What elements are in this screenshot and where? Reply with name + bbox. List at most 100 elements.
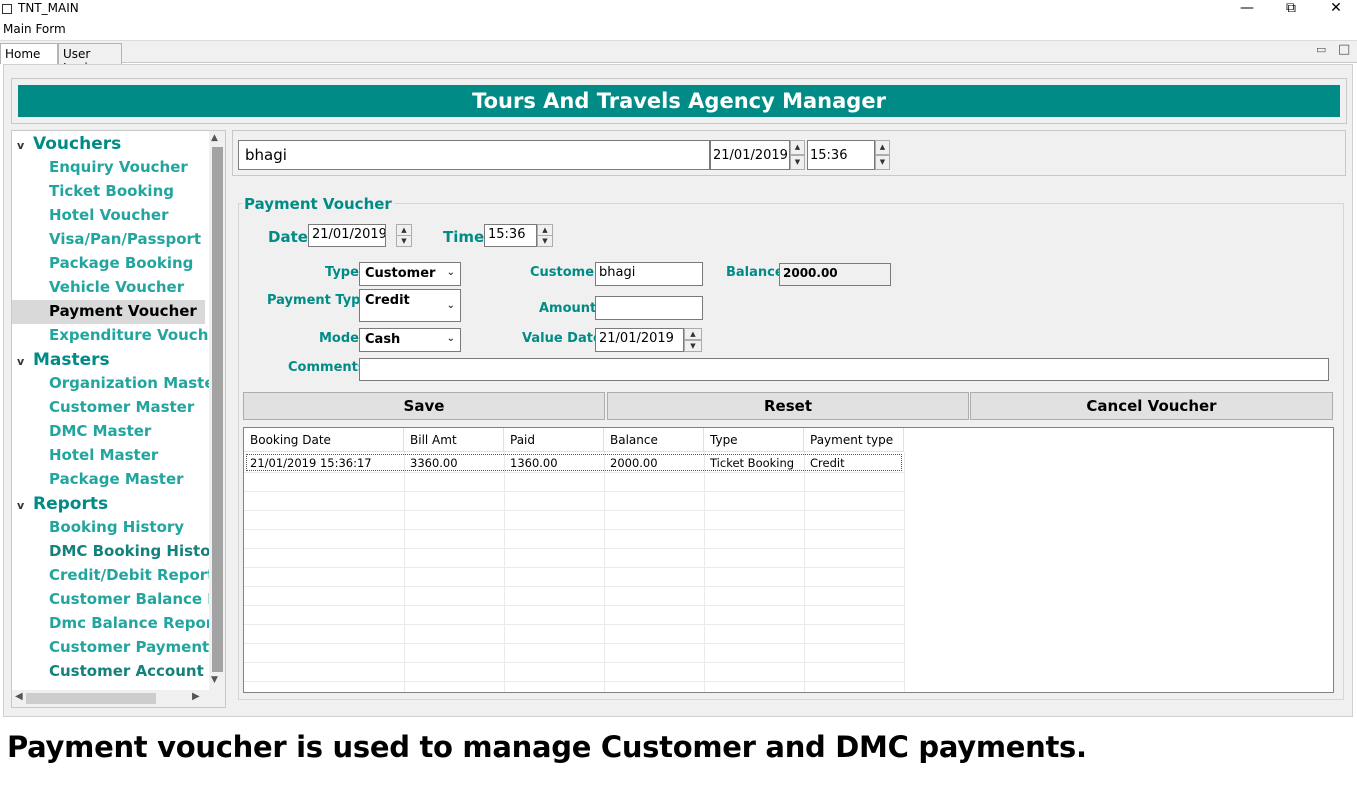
nav-section-label: Reports [33,494,109,514]
column-header[interactable]: Payment type [804,428,904,452]
spin-down-icon[interactable]: ▼ [396,235,412,247]
grid-divider [244,472,904,473]
menu-main-form[interactable]: Main Form [3,22,66,36]
cancel-voucher-button[interactable]: Cancel Voucher [970,392,1333,420]
nav-item-hotel-master[interactable]: Hotel Master [49,446,158,464]
type-select-value: Customer [365,266,436,281]
nav-item-booking-history[interactable]: Booking History [49,518,184,536]
scroll-thumb[interactable] [212,147,223,672]
type-select[interactable]: Customer ⌄ [359,262,461,286]
nav-item-dmc-master[interactable]: DMC Master [49,422,151,440]
grid-divider [244,548,904,549]
view-maximize-icon[interactable]: □ [1338,42,1350,57]
date-field[interactable]: 21/01/2019 [308,224,386,247]
grid-divider [704,452,705,692]
column-header[interactable]: Bill Amt [404,428,504,452]
grid-divider [244,662,904,663]
nav-item-package-master[interactable]: Package Master [49,470,184,488]
grid-divider [244,605,904,606]
value-date-label: Value Date [522,331,602,346]
chevron-down-icon[interactable]: v [17,355,33,368]
reset-button[interactable]: Reset [607,392,969,420]
nav-item-credit-debit-report[interactable]: Credit/Debit Report [49,566,214,584]
payments-table[interactable]: Booking Date Bill Amt Paid Balance Type … [243,427,1334,693]
nav-tree: v Vouchers Enquiry Voucher Ticket Booking… [11,130,226,708]
grid-divider [244,567,904,568]
nav-item-vehicle-voucher[interactable]: Vehicle Voucher [49,278,184,296]
view-minimize-icon[interactable]: ▭ [1316,43,1326,56]
payment-type-select[interactable]: Credit ⌄ [359,289,461,322]
scroll-down-icon[interactable]: ▼ [211,675,218,685]
scroll-up-icon[interactable]: ▲ [211,133,218,143]
chevron-down-icon: ⌄ [446,300,455,311]
spin-down-icon[interactable]: ▼ [875,155,890,170]
restore-button[interactable]: ⧉ [1276,0,1306,18]
chevron-down-icon[interactable]: v [17,139,33,152]
user-date-field[interactable]: 21/01/2019 [710,140,790,170]
grid-divider [604,452,605,692]
balance-field: 2000.00 [779,263,891,286]
nav-section-masters[interactable]: v Masters [17,350,110,370]
mode-select[interactable]: Cash ⌄ [359,328,461,352]
nav-item-customer-payment-report[interactable]: Customer Payment Report [49,638,225,656]
nav-item-dmc-booking-history[interactable]: DMC Booking History [49,542,225,560]
column-header[interactable]: Type [704,428,804,452]
nav-item-visa-pan-passport[interactable]: Visa/Pan/Passport [49,230,201,248]
user-name-field[interactable]: bhagi [238,140,710,170]
close-button[interactable]: ✕ [1321,0,1351,18]
column-header[interactable]: Booking Date [244,428,404,452]
nav-item-customer-balance-report[interactable]: Customer Balance Report [49,590,225,608]
nav-vertical-scrollbar[interactable]: ▲ ▼ [209,131,225,691]
app-banner: Tours And Travels Agency Manager [18,85,1340,117]
spin-down-icon[interactable]: ▼ [537,235,553,247]
nav-item-expenditure-voucher[interactable]: Expenditure Voucher [49,326,225,344]
window-titlebar: TNT_MAIN — ⧉ ✕ [0,0,1357,20]
nav-item-customer-master[interactable]: Customer Master [49,398,194,416]
time-field[interactable]: 15:36 [484,224,537,247]
nav-item-ticket-booking[interactable]: Ticket Booking [49,182,174,200]
minimize-button[interactable]: — [1232,0,1262,18]
app-icon [2,4,12,14]
nav-item-payment-voucher[interactable]: Payment Voucher [49,302,197,320]
spin-down-icon[interactable]: ▼ [684,340,702,352]
menubar: Main Form [0,20,1357,40]
grid-divider [504,452,505,692]
window-title: TNT_MAIN [18,1,79,15]
tab-user-login[interactable]: User Login [58,43,122,75]
nav-item-hotel-voucher[interactable]: Hotel Voucher [49,206,168,224]
user-time-field[interactable]: 15:36 [807,140,875,170]
nav-item-package-booking[interactable]: Package Booking [49,254,193,272]
grid-divider [404,452,405,692]
save-button[interactable]: Save [243,392,605,420]
spin-up-icon[interactable]: ▲ [684,328,702,340]
column-header[interactable]: Paid [504,428,604,452]
scroll-right-icon[interactable]: ▶ [192,691,200,702]
caption-text: Payment voucher is used to manage Custom… [7,730,1087,764]
column-header[interactable]: Balance [604,428,704,452]
table-cell: 1360.00 [510,456,558,470]
grid-divider [244,529,904,530]
client-area: Tours And Travels Agency Manager v Vouche… [3,64,1353,717]
tab-home[interactable]: Home ⊠ [0,43,58,75]
scroll-thumb[interactable] [26,693,156,704]
scroll-left-icon[interactable]: ◀ [15,691,23,702]
time-label: Time [443,228,485,246]
amount-field[interactable] [595,296,703,320]
nav-section-reports[interactable]: v Reports [17,494,108,514]
table-cell: 21/01/2019 15:36:17 [250,456,372,470]
spin-up-icon[interactable]: ▲ [875,140,890,155]
chevron-down-icon[interactable]: v [17,499,33,512]
spin-down-icon[interactable]: ▼ [790,155,805,170]
nav-section-vouchers[interactable]: v Vouchers [17,134,121,154]
nav-item-dmc-balance-report[interactable]: Dmc Balance Report [49,614,220,632]
nav-item-enquiry-voucher[interactable]: Enquiry Voucher [49,158,188,176]
grid-divider [244,510,904,511]
customer-field[interactable]: bhagi [595,262,703,286]
nav-item-organization-master[interactable]: Organization Master [49,374,222,392]
comments-field[interactable] [359,358,1329,381]
spin-up-icon[interactable]: ▲ [790,140,805,155]
nav-item-customer-account-report[interactable]: Customer Account Report [49,662,225,680]
value-date-field[interactable]: 21/01/2019 [595,328,684,352]
table-cell: 3360.00 [410,456,458,470]
nav-horizontal-scrollbar[interactable]: ◀ ▶ [12,690,225,707]
